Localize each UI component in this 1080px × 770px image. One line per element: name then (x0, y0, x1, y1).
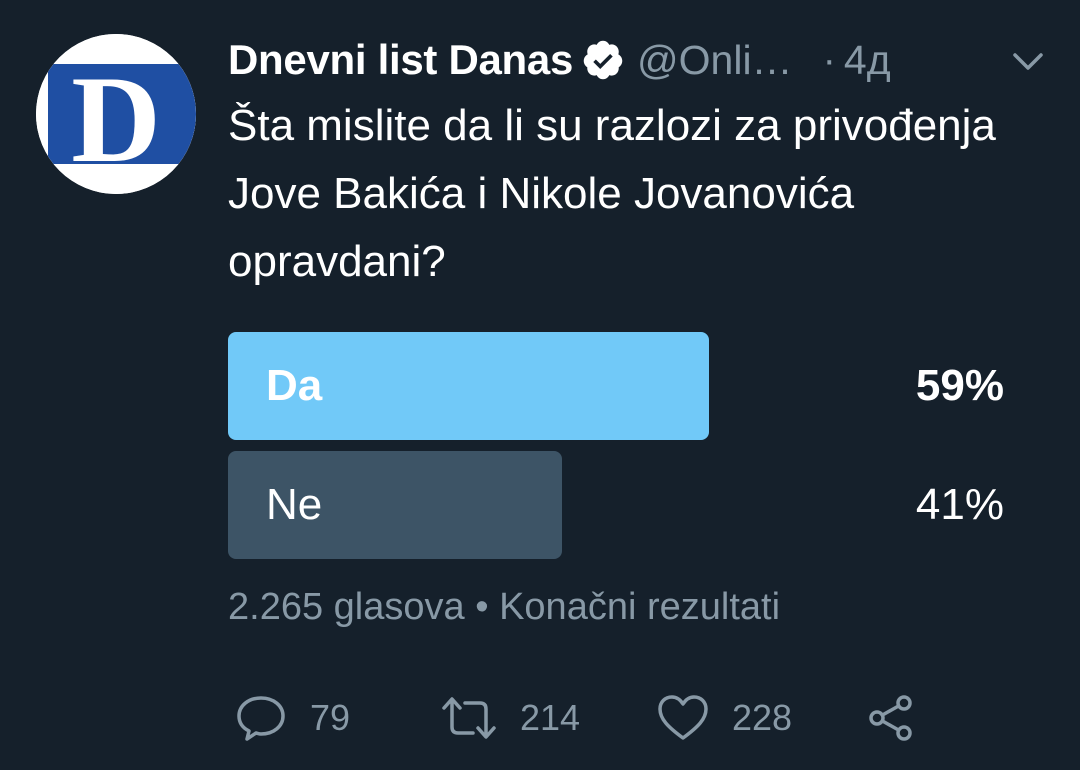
share-button[interactable] (866, 680, 916, 756)
header-separator: · (822, 37, 836, 82)
poll-option-label: Da (266, 361, 323, 410)
tweet-timestamp[interactable]: 4д (844, 37, 891, 84)
poll-option-label: Ne (266, 480, 323, 529)
poll-option-da: Da 59% (228, 332, 1004, 440)
like-button[interactable]: 228 (656, 680, 792, 756)
svg-text:D: D (71, 51, 161, 188)
danas-logo-icon: D (36, 34, 196, 194)
avatar[interactable]: D (36, 34, 196, 194)
heart-icon (658, 695, 708, 740)
poll-vote-count: 2.265 glasova (228, 586, 465, 628)
reply-count: 79 (310, 697, 351, 738)
reply-icon (237, 696, 285, 741)
share-icon (869, 695, 912, 741)
user-handle[interactable]: @Onli… (637, 37, 793, 84)
poll-meta-separator: • (475, 586, 489, 628)
reply-button[interactable]: 79 (234, 680, 350, 756)
tweet-text: Šta mislite da li su razlozi za privođen… (228, 101, 996, 286)
poll-status: Konačni rezultati (499, 586, 781, 628)
chevron-down-icon[interactable] (1010, 46, 1046, 76)
tweet-actions: 79 214 228 (228, 680, 1028, 756)
verified-badge-icon (581, 38, 625, 82)
poll-option-percent: 59% (915, 361, 1004, 410)
tweet-header: Dnevni list Danas @Onli… · 4д (228, 30, 1048, 90)
retweet-icon (442, 697, 496, 739)
retweet-count: 214 (520, 697, 581, 738)
display-name[interactable]: Dnevni list Danas (228, 36, 573, 84)
like-count: 228 (732, 697, 793, 738)
tweet[interactable]: D Dnevni list Danas @Onli… · 4д Šta misl… (0, 0, 1080, 770)
retweet-button[interactable]: 214 (440, 680, 580, 756)
poll-meta: 2.265 glasova • Konačni rezultati (228, 586, 780, 629)
poll-option-percent: 41% (915, 480, 1004, 529)
poll-option-ne: Ne 41% (228, 451, 1004, 559)
